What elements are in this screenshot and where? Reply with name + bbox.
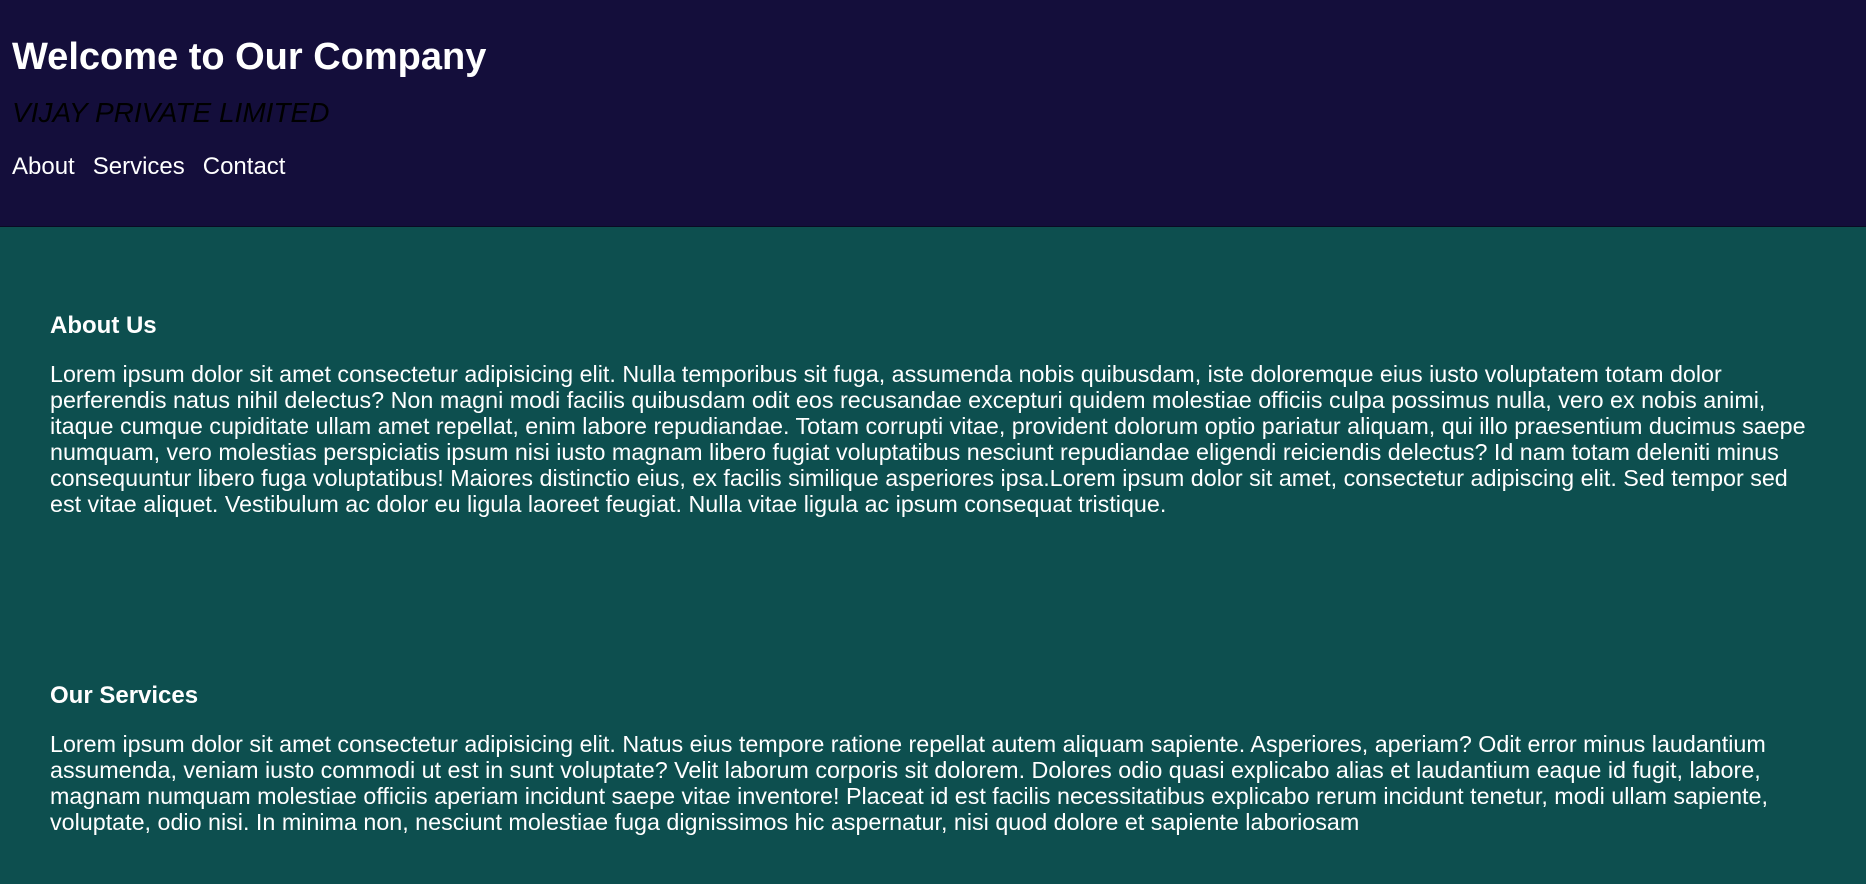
site-title: Welcome to Our Company <box>12 36 487 78</box>
services-text: Lorem ipsum dolor sit amet consectetur a… <box>50 731 1768 835</box>
about-section: About Us Lorem ipsum dolor sit amet cons… <box>50 311 1816 517</box>
company-name: VIJAY PRIVATE LIMITED <box>12 97 330 128</box>
services-heading: Our Services <box>50 682 199 709</box>
main-nav: About Services Contact <box>12 152 1854 182</box>
nav-link-about[interactable]: About <box>12 152 75 182</box>
nav-link-contact[interactable]: Contact <box>203 152 286 182</box>
main-content: About Us Lorem ipsum dolor sit amet cons… <box>0 227 1866 835</box>
about-text: Lorem ipsum dolor sit amet consectetur a… <box>50 361 1806 517</box>
services-section: Our Services Lorem ipsum dolor sit amet … <box>50 681 1816 835</box>
nav-link-services[interactable]: Services <box>93 152 185 182</box>
about-heading: About Us <box>50 312 157 339</box>
site-header: Welcome to Our Company VIJAY PRIVATE LIM… <box>0 0 1866 227</box>
